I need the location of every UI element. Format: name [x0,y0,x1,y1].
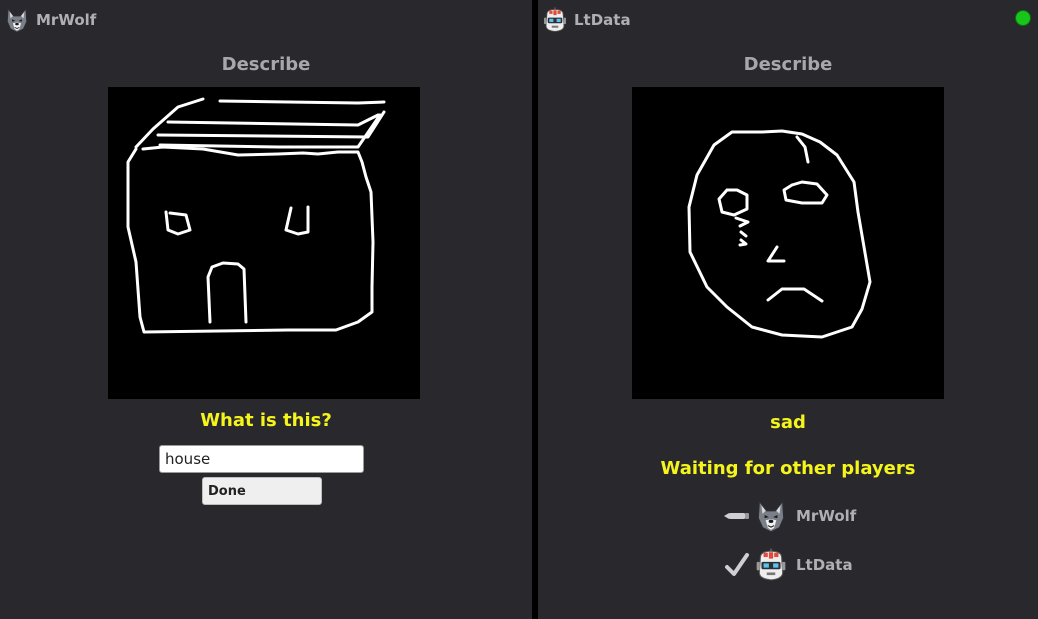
game-screen: MrWolf Describe What is this? Don [0,0,1038,619]
waiting-text: Waiting for other players [660,458,916,479]
robot-avatar-icon [542,7,568,33]
section-title: Describe [743,54,833,75]
player-name: LtData [574,11,631,29]
waiting-player-row: MrWolf [724,499,856,533]
house-drawing-icon [126,97,386,334]
player-panel-mrwolf: MrWolf Describe What is this? Don [0,0,532,619]
waiting-player-name: LtData [796,556,853,574]
robot-avatar-icon [754,548,788,582]
waiting-player-name: MrWolf [796,507,857,525]
player-panel-ltdata: LtData Describe sad Waiting for other pl… [538,0,1038,619]
player-header: MrWolf [4,7,96,33]
checkmark-icon [724,552,750,578]
online-status-indicator [1015,10,1031,26]
wolf-avatar-icon [4,7,30,33]
done-button[interactable]: Done [202,477,322,505]
waiting-player-row: LtData [724,548,853,582]
player-header: LtData [542,7,631,33]
sad-face-drawing-icon [687,129,872,339]
drawing-canvas [108,87,420,399]
drawing-canvas [632,87,944,399]
pencil-icon [724,503,750,529]
answer-input[interactable] [159,445,364,473]
wolf-avatar-icon [754,499,788,533]
answer-text: sad [770,412,806,433]
question-text: What is this? [200,410,332,431]
player-name: MrWolf [36,11,97,29]
section-title: Describe [221,54,311,75]
